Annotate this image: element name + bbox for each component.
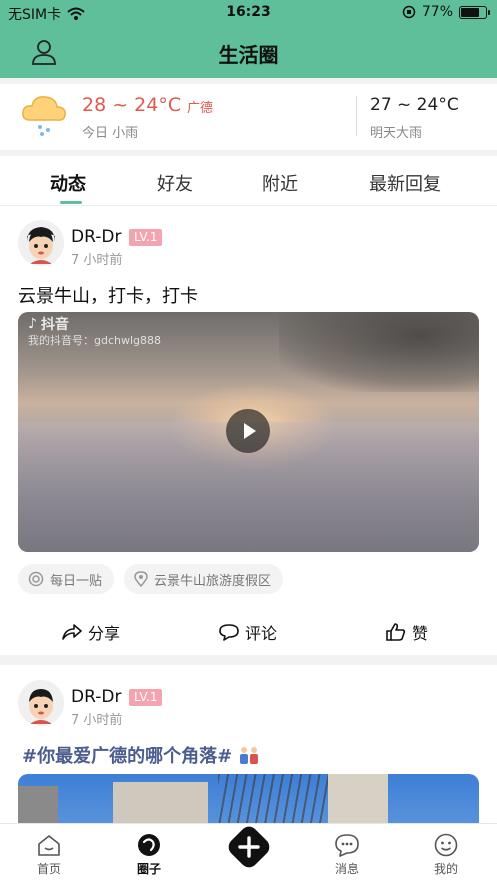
today-weather: 今日 小雨 xyxy=(82,126,139,141)
tab-nearby[interactable]: 附近 xyxy=(262,170,298,196)
battery-percent: 77% xyxy=(421,4,453,20)
tomorrow-weather: 明天大雨 xyxy=(370,126,423,141)
today-temperature: 28 ~ 24°C xyxy=(82,94,182,116)
username[interactable]: DR-Dr xyxy=(71,687,121,707)
video-dark-cloud xyxy=(279,312,479,392)
circle-icon xyxy=(138,834,160,856)
location-pin-icon xyxy=(134,571,148,587)
plus-icon[interactable] xyxy=(224,822,274,872)
share-label: 分享 xyxy=(88,624,121,643)
profile-icon xyxy=(434,833,458,857)
video-thumbnail[interactable]: ♪ 抖音 我的抖音号：gdchwlg888 xyxy=(18,312,479,552)
tag-label: 云景牛山旅游度假区 xyxy=(154,573,272,589)
post-time: 7 小时前 xyxy=(71,713,123,728)
nav-messages[interactable]: 消息 xyxy=(317,832,377,877)
status-bar: 无SIM卡 16:23 77% xyxy=(0,0,497,26)
nav-home[interactable]: 首页 xyxy=(19,832,79,877)
username[interactable]: DR-Dr xyxy=(71,227,121,247)
video-watermark-id: 我的抖音号：gdchwlg888 xyxy=(28,334,162,347)
tag-chip-daily[interactable]: 每日一贴 xyxy=(18,564,115,594)
post-text: 云景牛山，打卡，打卡 xyxy=(18,286,198,307)
bottom-nav: 首页 圈子 消息 我的 xyxy=(0,823,497,883)
post-time: 7 小时前 xyxy=(71,253,123,268)
nav-label: 消息 xyxy=(334,862,359,876)
tab-friends[interactable]: 好友 xyxy=(157,170,193,196)
share-icon xyxy=(62,624,82,640)
hashtag-text: #你最爱广德的哪个角落# xyxy=(22,746,233,767)
comment-button[interactable]: 评论 xyxy=(219,620,277,644)
avatar[interactable] xyxy=(18,220,64,266)
tab-bar: 动态 好友 附近 最新回复 xyxy=(0,156,497,206)
city-label: 广德 xyxy=(187,101,214,116)
post-actions: 分享 评论 赞 xyxy=(0,612,497,650)
tag-label: 每日一贴 xyxy=(50,573,103,589)
tag-chip-location[interactable]: 云景牛山旅游度假区 xyxy=(124,564,284,594)
play-icon[interactable] xyxy=(226,409,270,453)
nav-label: 首页 xyxy=(36,862,61,876)
level-badge: LV.1 xyxy=(129,689,163,706)
battery-fill xyxy=(461,7,480,17)
level-badge: LV.1 xyxy=(129,229,163,246)
like-button[interactable]: 赞 xyxy=(386,620,428,644)
nav-profile[interactable]: 我的 xyxy=(416,832,476,877)
battery-icon xyxy=(459,5,490,19)
share-button[interactable]: 分享 xyxy=(62,620,120,644)
weather-divider xyxy=(356,96,357,136)
avatar[interactable] xyxy=(18,680,64,726)
post-hashtag[interactable]: #你最爱广德的哪个角落# xyxy=(22,742,260,768)
watermark-app-name: 抖音 xyxy=(40,317,69,333)
tab-active-indicator xyxy=(60,201,82,204)
status-right: 77% xyxy=(402,4,490,20)
like-label: 赞 xyxy=(412,624,429,643)
orientation-lock-icon xyxy=(402,5,416,19)
tiktok-icon: ♪ xyxy=(28,316,37,332)
home-icon xyxy=(38,835,60,856)
tomorrow-temperature: 27 ~ 24°C xyxy=(370,95,459,115)
message-icon xyxy=(335,834,359,857)
target-icon xyxy=(28,571,44,587)
nav-label: 圈子 xyxy=(136,862,161,876)
comment-icon xyxy=(219,624,239,641)
weather-card[interactable] xyxy=(0,84,497,150)
rain-cloud-icon xyxy=(22,96,66,136)
nav-label: 我的 xyxy=(433,862,458,876)
separator xyxy=(0,655,497,665)
avatar-image xyxy=(18,220,64,266)
nav-circle[interactable]: 圈子 xyxy=(119,832,179,877)
page-title: 生活圈 xyxy=(218,43,279,67)
avatar-image xyxy=(18,680,64,726)
navbar: 生活圈 xyxy=(0,26,497,78)
tab-feed[interactable]: 动态 xyxy=(50,170,86,196)
tab-latest-replies[interactable]: 最新回复 xyxy=(369,170,441,196)
thumbs-up-icon xyxy=(386,623,406,641)
family-emoji-icon xyxy=(240,747,259,764)
video-watermark-app: ♪ 抖音 xyxy=(28,314,69,334)
comment-label: 评论 xyxy=(245,624,278,643)
